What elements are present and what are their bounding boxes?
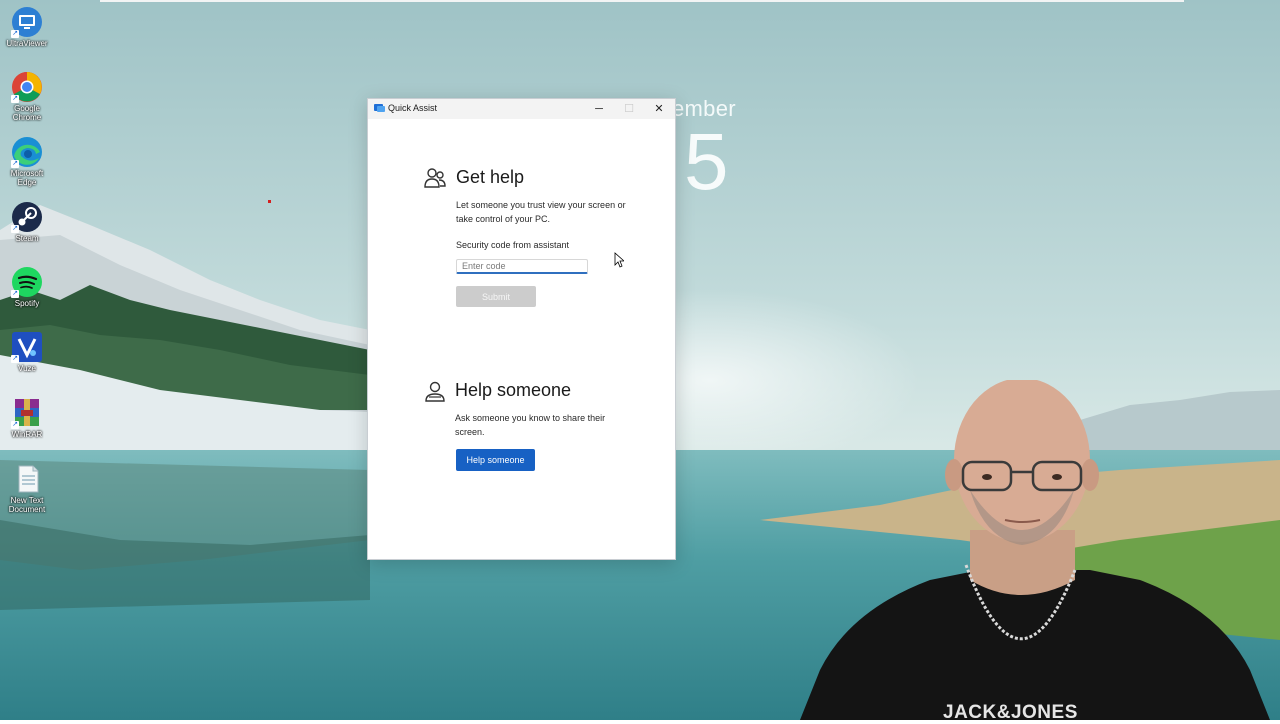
widget-day: 5 <box>684 117 729 206</box>
submit-button[interactable]: Submit <box>456 286 536 307</box>
help-someone-title: Help someone <box>455 380 572 400</box>
edge-icon: ↗ <box>11 136 43 168</box>
winrar-icon: ↗ <box>11 397 43 429</box>
desktop-icon-text-document[interactable]: New Text Document <box>3 463 51 514</box>
top-edge-bar <box>100 0 1184 2</box>
desktop-icon-label: Spotify <box>14 299 40 308</box>
help-someone-button[interactable]: Help someone <box>456 449 535 471</box>
red-dot <box>268 200 271 203</box>
desktop-icon-winrar[interactable]: ↗ WinRAR <box>3 397 51 439</box>
desktop-icon-spotify[interactable]: ↗ Spotify <box>3 266 51 308</box>
desktop-icon-label: Steam <box>15 234 39 243</box>
steam-icon: ↗ <box>11 201 43 233</box>
security-code-label: Security code from assistant <box>456 240 570 250</box>
desktop-icon-label: Vuze <box>18 364 36 373</box>
desktop-icon-chrome[interactable]: ↗ Google Chrome <box>3 71 51 122</box>
webcam-overlay <box>800 380 1270 720</box>
quick-assist-app-icon <box>374 104 385 112</box>
text-document-icon <box>11 463 43 495</box>
people-icon <box>424 168 446 188</box>
get-help-description: Let someone you trust view your screen o… <box>456 200 626 224</box>
chrome-icon: ↗ <box>11 71 43 103</box>
person-icon <box>425 381 445 402</box>
close-button[interactable]: ✕ <box>644 99 674 119</box>
help-someone-description: Ask someone you know to share their scre… <box>455 413 606 437</box>
desktop-icon-steam[interactable]: ↗ Steam <box>3 201 51 243</box>
desktop-icon-label: New Text Document <box>8 496 46 514</box>
get-help-title: Get help <box>456 167 525 187</box>
desktop-icon-edge[interactable]: ↗ Microsoft Edge <box>3 136 51 187</box>
desktop-icon-label: Google Chrome <box>12 104 42 122</box>
desktop-icon-label: WinRAR <box>11 430 43 439</box>
security-code-input[interactable] <box>456 259 588 274</box>
quick-assist-window: Quick Assist ─ ☐ ✕ Get help Let someone … <box>367 98 676 560</box>
mouse-cursor-icon <box>614 252 624 268</box>
title-bar[interactable]: Quick Assist ─ ☐ ✕ <box>368 99 675 119</box>
shirt-logo-text: JACK&JONES <box>943 702 1078 723</box>
ultraviewer-icon: ↗ <box>11 6 43 38</box>
maximize-button: ☐ <box>624 103 634 115</box>
spotify-icon: ↗ <box>11 266 43 298</box>
desktop-icon-vuze[interactable]: ↗ Vuze <box>3 331 51 373</box>
vuze-icon: ↗ <box>11 331 43 363</box>
desktop-icon-ultraviewer[interactable]: ↗ UltraViewer <box>3 6 51 48</box>
minimize-button[interactable]: ─ <box>584 99 614 119</box>
desktop-icon-label: Microsoft Edge <box>10 169 44 187</box>
window-title: Quick Assist <box>388 103 438 113</box>
desktop-icon-label: UltraViewer <box>6 39 48 48</box>
